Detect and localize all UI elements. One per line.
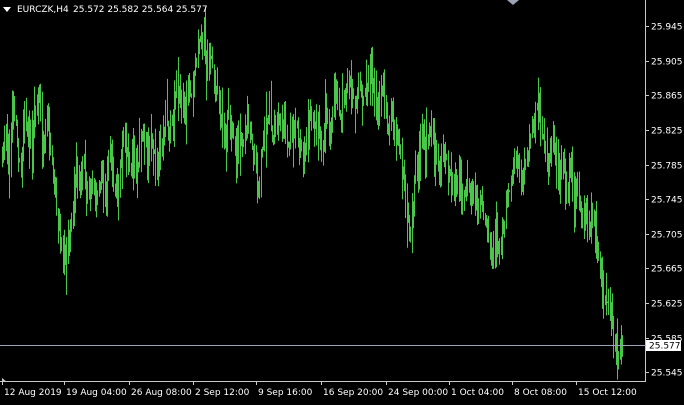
time-axis-label: 16 Sep 20:00	[323, 388, 383, 398]
price-axis-label: 25.945	[651, 23, 683, 33]
chart-ohlc: 25.572 25.582 25.564 25.577	[73, 5, 208, 15]
chart-background	[0, 0, 684, 401]
time-axis-label: 26 Aug 08:00	[131, 388, 192, 398]
time-axis-label: 19 Aug 04:00	[66, 388, 127, 398]
svg-text:25.577: 25.577	[649, 342, 681, 352]
price-axis-label: 25.865	[651, 92, 683, 102]
price-axis-label: 25.545	[651, 369, 683, 379]
current-price-label: 25.577	[646, 340, 681, 352]
price-axis-label: 25.825	[651, 127, 683, 137]
price-axis-label: 25.705	[651, 231, 683, 241]
price-chart-canvas[interactable]: 25.945 25.905 25.865 25.825 25.785 25.745 25.7…	[0, 0, 684, 401]
time-axis-label: 9 Sep 16:00	[258, 388, 313, 398]
time-axis-label: 15 Oct 12:00	[578, 388, 637, 398]
chart-symbol: EURCZK,H4	[17, 5, 69, 15]
time-axis-label: 12 Aug 2019	[4, 388, 62, 398]
time-axis-label: 2 Sep 12:00	[195, 388, 250, 398]
price-axis-label: 25.745	[651, 196, 683, 206]
price-axis-label: 25.665	[651, 265, 683, 275]
price-axis-label: 25.785	[651, 162, 683, 172]
price-chart[interactable]: 25.945 25.905 25.865 25.825 25.785 25.745 25.7…	[0, 0, 684, 401]
time-axis-label: 1 Oct 04:00	[451, 388, 504, 398]
time-axis-label: 8 Oct 08:00	[514, 388, 567, 398]
time-axis-label: 24 Sep 00:00	[388, 388, 448, 398]
price-axis-label: 25.905	[651, 58, 683, 68]
price-axis-label: 25.625	[651, 300, 683, 310]
